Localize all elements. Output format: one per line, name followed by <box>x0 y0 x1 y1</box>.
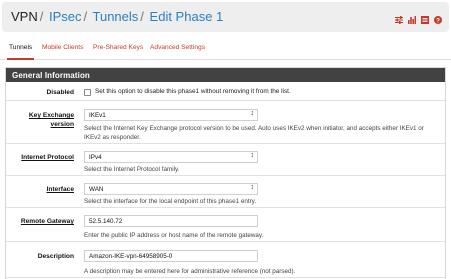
disabled-label: Disabled <box>46 89 74 96</box>
key-exchange-value: IKEv1 <box>89 112 106 119</box>
remote-gateway-input[interactable]: 52.5.140.72 <box>84 215 258 227</box>
panel-title: General Information <box>6 68 445 82</box>
key-exchange-label-line1: Key Exchange <box>28 112 74 119</box>
interface-help: Select the interface for the local endpo… <box>84 198 257 205</box>
tab-bar: Tunnels Mobile Clients Pre-Shared Keys A… <box>0 38 451 60</box>
list-icon[interactable] <box>421 11 429 24</box>
tab-mobile-clients[interactable]: Mobile Clients <box>42 44 83 51</box>
breadcrumb: VPN / IPsec / Tunnels / Edit Phase 1 <box>11 9 223 24</box>
description-help: A description may be entered here for ad… <box>84 268 296 275</box>
key-exchange-help-line2: IKEv2 as responder. <box>84 134 141 141</box>
tab-tunnels[interactable]: Tunnels <box>6 44 35 60</box>
sliders-icon[interactable] <box>395 11 403 24</box>
breadcrumb-vpn: VPN <box>11 9 38 24</box>
svg-text:?: ? <box>436 17 440 24</box>
breadcrumb-separator: / <box>140 9 144 24</box>
internet-protocol-help: Select the Internet Protocol family. <box>84 166 180 173</box>
remote-gateway-row: Remote Gateway 52.5.140.72 Enter the pub… <box>6 208 445 242</box>
interface-label-text: Interface <box>46 186 75 193</box>
breadcrumb-tunnels[interactable]: Tunnels <box>93 9 139 24</box>
key-exchange-label-line2: version <box>50 121 74 128</box>
breadcrumb-edit-phase1[interactable]: Edit Phase 1 <box>150 9 224 24</box>
breadcrumb-separator: / <box>39 9 44 24</box>
disabled-checkbox[interactable] <box>84 89 91 96</box>
page-header: VPN / IPsec / Tunnels / Edit Phase 1 ? <box>2 2 449 32</box>
key-exchange-help: Select the Internet Key Exchange protoco… <box>84 124 434 142</box>
description-row: Description Amazon-IKE-vpn-64958905-0 A … <box>6 242 445 278</box>
breadcrumb-separator: / <box>83 9 88 24</box>
general-information-panel: General Information Disabled Set this op… <box>5 67 446 279</box>
interface-select[interactable]: WAN <box>84 183 258 195</box>
breadcrumb-ipsec[interactable]: IPsec <box>49 9 82 24</box>
remote-gateway-value: 52.5.140.72 <box>89 218 123 225</box>
key-exchange-help-line1: Select the Internet Key Exchange protoco… <box>84 125 424 132</box>
tab-advanced-settings[interactable]: Advanced Settings <box>150 44 205 51</box>
remote-gateway-label-text: Remote Gateway <box>20 218 74 225</box>
header-toolbar: ? <box>395 11 442 24</box>
interface-label: Interface <box>47 185 75 194</box>
interface-value: WAN <box>89 186 104 193</box>
internet-protocol-select[interactable]: IPv4 <box>84 151 258 163</box>
internet-protocol-value: IPv4 <box>89 154 102 161</box>
bar-chart-icon[interactable] <box>408 11 416 24</box>
remote-gateway-help: Enter the public IP address or host name… <box>84 232 264 239</box>
internet-protocol-label-text: Internet Protocol <box>21 154 74 161</box>
key-exchange-label: Key Exchange version <box>29 111 74 129</box>
disabled-row: Disabled Set this option to disable this… <box>6 82 445 101</box>
key-exchange-row: Key Exchange version IKEv1 Select the In… <box>6 101 445 144</box>
key-exchange-select[interactable]: IKEv1 <box>84 109 258 121</box>
disabled-checkbox-text: Set this option to disable this phase1 w… <box>95 88 291 95</box>
interface-row: Interface WAN Select the interface for t… <box>6 176 445 208</box>
internet-protocol-label: Internet Protocol <box>21 153 74 162</box>
tab-pre-shared-keys[interactable]: Pre-Shared Keys <box>93 44 143 51</box>
remote-gateway-label: Remote Gateway <box>21 217 74 226</box>
help-icon[interactable]: ? <box>434 11 442 24</box>
description-label: Description <box>37 253 74 260</box>
description-value: Amazon-IKE-vpn-64958905-0 <box>89 253 173 260</box>
internet-protocol-row: Internet Protocol IPv4 Select the Intern… <box>6 144 445 176</box>
description-input[interactable]: Amazon-IKE-vpn-64958905-0 <box>84 250 258 262</box>
